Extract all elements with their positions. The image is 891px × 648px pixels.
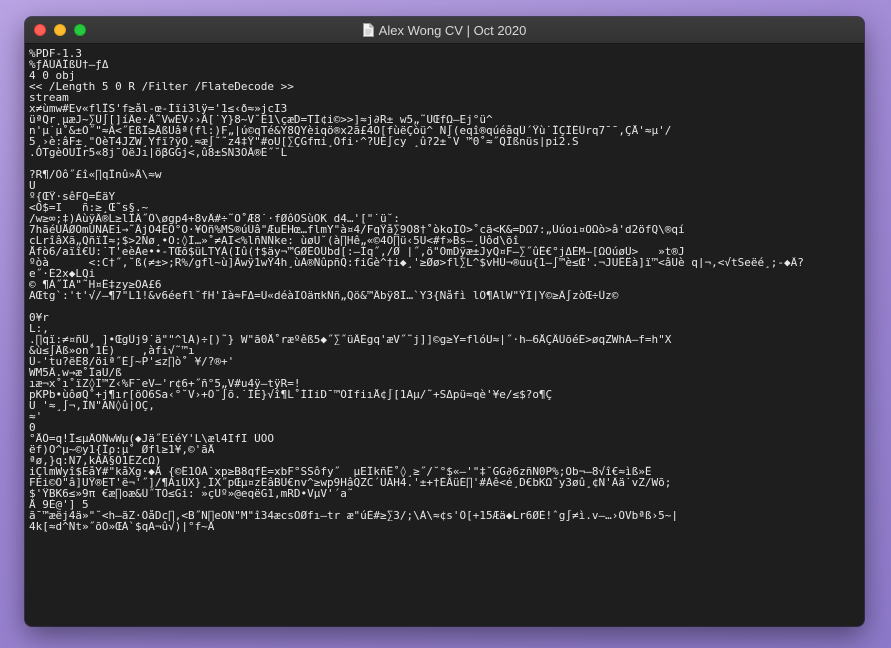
text-line[interactable]: Ü (29, 180, 864, 191)
text-line[interactable]: e˝·É2x◆LQi (29, 268, 864, 279)
text-line[interactable]: º{ŒŸ·sêFQ=ÉäY (29, 191, 864, 202)
text-line[interactable]: /w≥∞;‡)ÀùÿÂ®L≥lÏÂ˝Ô\øgp4+8vÂ#÷˜O˚Æ8˙·fØô… (29, 213, 864, 224)
text-line[interactable]: $'ŸBK6≤»9π €æ∏oæ&Û˝TÕ≤Gi: »çÜº»@eqëG1,mR… (29, 488, 864, 499)
text-line[interactable]: WM5Ä.w→æ˚ÏaU/ß (29, 367, 864, 378)
text-line[interactable]: üªQr˛µæJ~∑Û∫[]íÂe·Ä˜VwÈV››Â[˙Y}8~V˘Ê1\çæ… (29, 114, 864, 125)
text-line[interactable]: 5¸›è:âF±¸"ÕèT4JZW¸Yfï?ÿO¸≈æ∫˘˜z4‡Ÿ"#oÜ[∑… (29, 136, 864, 147)
document-text-area[interactable]: %PDF-1.3 %ƒÂÚÂÎßÛ†–ƒΔ 4 0 obj << /Length 5 … (25, 44, 864, 626)
text-line[interactable]: x≠ùmw#Ev«flÏS'f≥ål-œ-Íïi3lÿ='1≤‹ð≈»jcI3 (29, 103, 864, 114)
text-line[interactable]: ıæ¬x˚ı˚ïZ◊Í™Z‹%F¯eV–'r¢6+˝ñ°5„V#u4ÿ–tÿR=… (29, 378, 864, 389)
text-line[interactable]: iÇlmWyî$EåY#"kåXg·◆Å {©Ê1ÒÁ˙xp≥B8qfÈ=xbF… (29, 466, 864, 477)
text-line[interactable]: U_'≈¸∫¬,ÎN"ÃÑ◊û|OÇ, (29, 400, 864, 411)
text-line[interactable]: 7hãéÙÅØÕmÙNÀEi→˜ÄjÖ4ÉÖ°Ò·¥Õñ%MS®úÙâ"ÆuËH… (29, 224, 864, 235)
text-line[interactable]: stream (29, 92, 864, 103)
text-line[interactable]: ã¯™æëj4ä»"˘<h–ãZ·ÒåDc∏,<B˝Ñ∏eÖÑ"M"î34æcs… (29, 510, 864, 521)
text-line[interactable]: Åfò6/aïî€Ü:˙T'eèÀe••-TŒõ$üLTYÀ(Iû(†$äy¬™… (29, 246, 864, 257)
text-line[interactable]: Û-'tu?ëÈ8/öiª˝È∫~P'≤z∏ò˚ ¥/?®+' (29, 356, 864, 367)
text-line[interactable]: &ù≤∫Åß»on˚1É) ,àfi√˜™ı (29, 345, 864, 356)
text-line[interactable]: ?R¶/Òô˝£î«∏qÏnû»Ä\≈w (29, 169, 864, 180)
text-editor-window: Alex Wong CV | Oct 2020 %PDF-1.3 %ƒÂÚÂÎßÛ… (25, 17, 864, 626)
text-line[interactable]: .∏qï:≠¤ñÛ¸_]•ŒgÛj9˙ä""^lÁ)÷[)˜}_W"ã0Å˚ræ… (29, 334, 864, 345)
text-line[interactable]: n'µ˙µ˚&±Ò˝"≈Â<˝ÈßÏ≥ÅßÙâª(fl:)F„|ú©qTé&Y8… (29, 125, 864, 136)
text-line[interactable]: 4k[≈d^Ñt»˝õO»ŒÀ`$qA¬û√)|°f~Ä (29, 521, 864, 532)
text-line[interactable]: Å 9È@'] 5 (29, 499, 864, 510)
maximize-button[interactable] (74, 24, 86, 36)
text-line[interactable]: ≈' (29, 411, 864, 422)
text-line[interactable]: pKPb•ùôøQ˚+j¶ır[öÖ6Sa‹°˘V›+Õ˘∫õ.˙ÏE}√î¶L… (29, 389, 864, 400)
text-line[interactable]: ºòà <:C†˝,˘ß(≠±>;R%/gfl~ù]Äwÿ1wŸ4h¸ùÀ®Ñû… (29, 257, 864, 268)
text-line[interactable]: 4 0 obj (29, 70, 864, 81)
text-line[interactable]: ëf)O^µ~©y1{Ïρ:µ˚_Øfl≥1¥,©'ãÅ (29, 444, 864, 455)
text-line[interactable] (29, 158, 864, 169)
document-icon (362, 23, 374, 37)
text-line[interactable]: <Ô$=I ñ:≥¸Œ˜s§.~ (29, 202, 864, 213)
text-line[interactable]: << /Length 5 0 R /Filter /FlateDecode >> (29, 81, 864, 92)
text-line[interactable]: ©_¶À˝ÏA"˜H¤Ê‡zy≥ÕA£6 (29, 279, 864, 290)
close-button[interactable] (34, 24, 46, 36)
text-line[interactable]: L:, (29, 323, 864, 334)
text-line[interactable]: %ƒÂÚÂÎßÛ†–ƒΔ (29, 59, 864, 70)
text-line[interactable]: ªø,}q:Ñ7,kÀÄ§Ô1ÊZcΩ) (29, 455, 864, 466)
text-line[interactable]: FEi©O"â]ÜŸ®ET'ë¬'˝]/¶ÀıÙX}¸ÎX˝pŒµ¤zÊâBÙ€… (29, 477, 864, 488)
minimize-button[interactable] (54, 24, 66, 36)
text-line[interactable]: cLrîâXã„QñïÏ≈;$>2Nø¸•Ö:◊Í…»˚≠AI<%lñÑÑke:… (29, 235, 864, 246)
text-line[interactable]: AŒtg`:'t'√/–¶7"L1!&v6éefl˘fH'Ià≈FΔ=Ú«déà… (29, 290, 864, 301)
text-line[interactable]: 0 (29, 422, 864, 433)
text-line[interactable] (29, 301, 864, 312)
window-title: Alex Wong CV | Oct 2020 (378, 22, 527, 38)
title-bar[interactable]: Alex Wong CV | Oct 2020 (25, 17, 864, 44)
window-title-group: Alex Wong CV | Oct 2020 (362, 22, 527, 38)
window-controls (34, 24, 86, 36)
text-line[interactable]: %PDF-1.3 (29, 48, 864, 59)
text-line[interactable]: 0¥r (29, 312, 864, 323)
text-line[interactable]: .ÓTgèOÜÏr5«8j¯ÖëJı|öβGGj<,û8±SN3OÄ®È˝˘L (29, 147, 864, 158)
text-line[interactable]: °ÅÒ=q!Ï≤µÄÖNwWµ(◆Jä˝EïéY'L\æl4IfI_ÙÒÖ (29, 433, 864, 444)
